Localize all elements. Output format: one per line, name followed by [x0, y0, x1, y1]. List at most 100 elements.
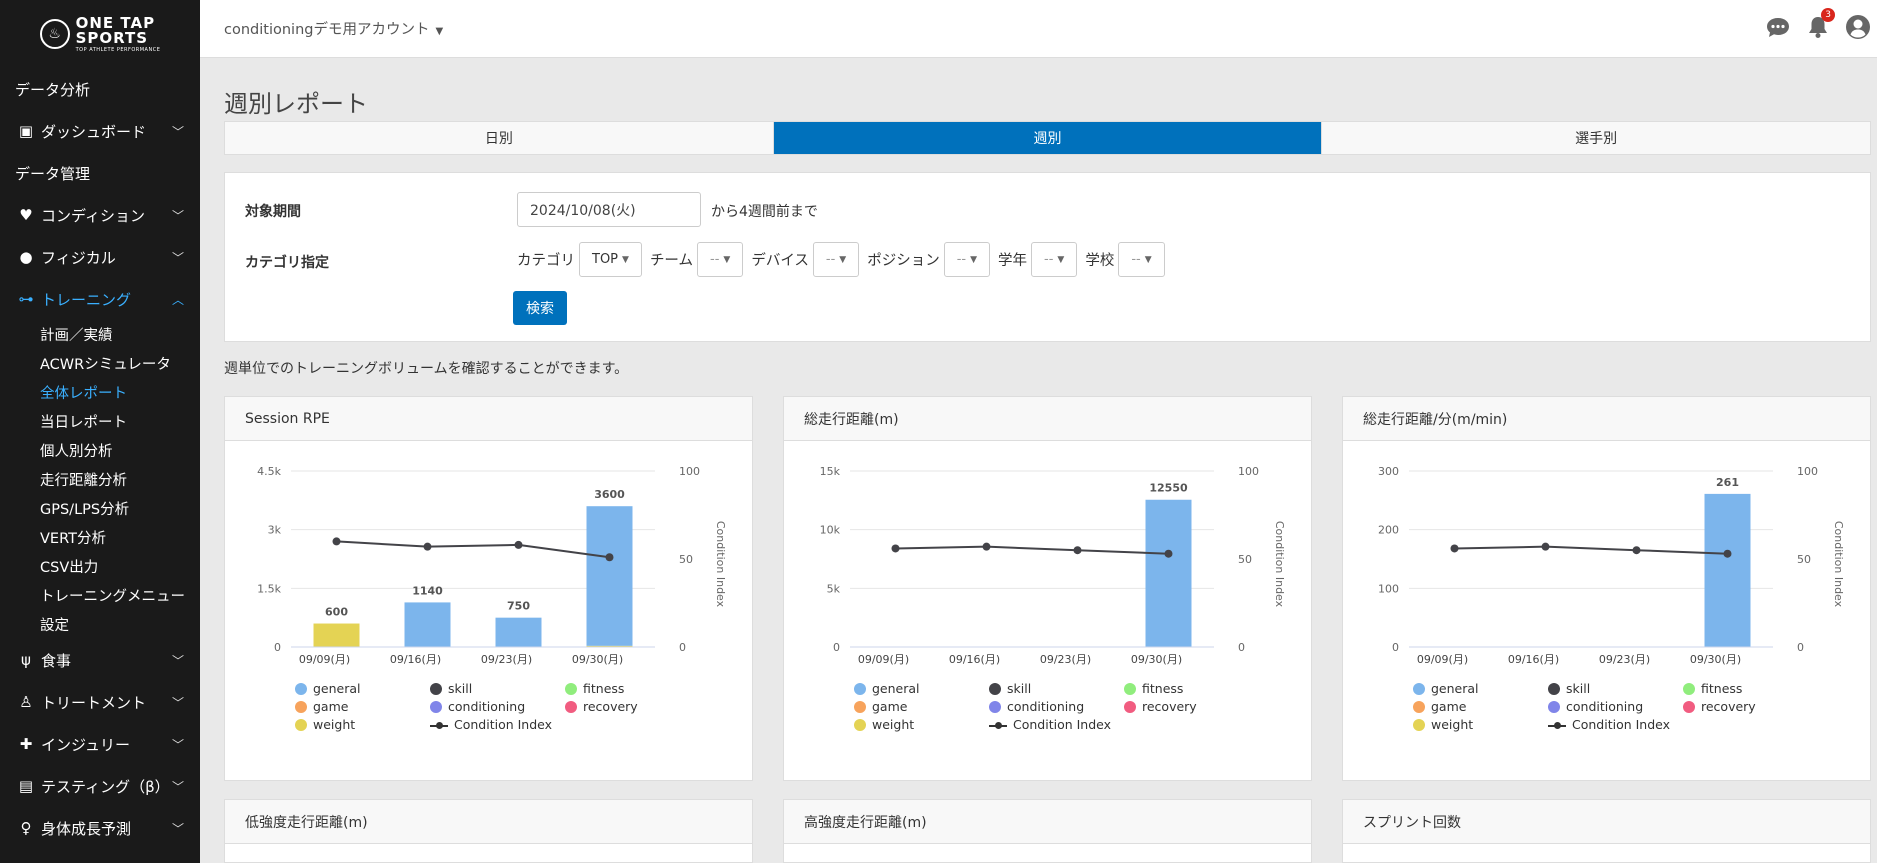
- subnav-item[interactable]: CSV出力: [0, 552, 200, 581]
- y2-tick-label: 0: [1797, 641, 1804, 654]
- legend-item-recovery[interactable]: recovery: [565, 699, 655, 714]
- legend-label: fitness: [1701, 681, 1743, 696]
- sidebar-item-bottom-1[interactable]: ♙ トリートメント ﹀: [0, 681, 200, 723]
- data-label: 600: [325, 606, 348, 619]
- subnav-item[interactable]: 当日レポート: [0, 407, 200, 436]
- user-avatar-icon[interactable]: [1845, 14, 1871, 40]
- y2-tick-label: 100: [1797, 465, 1818, 478]
- subnav-item[interactable]: 設定: [0, 610, 200, 639]
- legend-item-condition_index[interactable]: Condition Index: [1548, 717, 1683, 732]
- line-marker-icon: [1548, 719, 1566, 731]
- subnav-item[interactable]: 全体レポート: [0, 378, 200, 407]
- sidebar-item-bottom-3[interactable]: ▤ テスティング（β） ﹀: [0, 765, 200, 807]
- y2-axis-label: Condition Index: [1273, 521, 1286, 608]
- legend-item-game[interactable]: game: [854, 699, 989, 714]
- legend-item-condition_index[interactable]: Condition Index: [989, 717, 1124, 732]
- legend-item-general[interactable]: general: [1413, 681, 1548, 696]
- legend-label: skill: [1566, 681, 1591, 696]
- legend-item-condition_index[interactable]: Condition Index: [430, 717, 565, 732]
- legend-item-game[interactable]: game: [295, 699, 430, 714]
- y2-tick-label: 0: [679, 641, 686, 654]
- legend-item-general[interactable]: general: [295, 681, 430, 696]
- chat-icon[interactable]: [1765, 14, 1791, 40]
- legend-dot-icon: [1413, 700, 1425, 713]
- subnav-item[interactable]: GPS/LPS分析: [0, 494, 200, 523]
- tab-1[interactable]: 週別: [773, 122, 1323, 154]
- y-tick-label: 0: [833, 641, 840, 654]
- sidebar-item-top-3[interactable]: ♥ コンディション ﹀: [0, 194, 200, 236]
- x-tick-label: 09/09(月): [1417, 653, 1468, 666]
- line-marker-icon: [430, 719, 448, 731]
- legend-item-recovery[interactable]: recovery: [1683, 699, 1773, 714]
- legend-item-fitness[interactable]: fitness: [1124, 681, 1214, 696]
- legend-label: conditioning: [448, 699, 526, 714]
- subnav-item[interactable]: VERT分析: [0, 523, 200, 552]
- heartbeat-icon: ♥: [19, 206, 33, 224]
- legend-item-skill[interactable]: skill: [989, 681, 1124, 696]
- caret-down-icon: ▼: [970, 254, 978, 265]
- legend-item-game[interactable]: game: [1413, 699, 1548, 714]
- x-tick-label: 09/30(月): [572, 653, 623, 666]
- sidebar-item-label: データ分析: [15, 80, 91, 99]
- legend-item-general[interactable]: general: [854, 681, 989, 696]
- legend-item-conditioning[interactable]: conditioning: [430, 699, 565, 714]
- x-tick-label: 09/09(月): [299, 653, 350, 666]
- legend-item-fitness[interactable]: fitness: [565, 681, 655, 696]
- sidebar-item-top-0[interactable]: データ分析: [0, 68, 200, 110]
- subnav-item[interactable]: ACWRシミュレータ: [0, 349, 200, 378]
- category-label: カテゴリ指定: [245, 255, 329, 271]
- legend-item-weight[interactable]: weight: [1413, 717, 1548, 732]
- filter-dropdown[interactable]: TOP ▼: [579, 242, 642, 277]
- sidebar-item-top-4[interactable]: ● フィジカル ﹀: [0, 236, 200, 278]
- filter-dropdown[interactable]: -- ▼: [697, 242, 744, 277]
- legend-item-skill[interactable]: skill: [1548, 681, 1683, 696]
- filter-dropdown[interactable]: -- ▼: [1118, 242, 1165, 277]
- chart-title: 総走行距離(m): [784, 397, 1311, 441]
- legend-dot-icon: [1124, 682, 1136, 695]
- subnav-item[interactable]: トレーニングメニュー: [0, 581, 200, 610]
- filter-dropdown[interactable]: -- ▼: [1031, 242, 1078, 277]
- y2-axis-label: Condition Index: [714, 521, 727, 608]
- sidebar-item-top-2[interactable]: データ管理: [0, 152, 200, 194]
- subnav-item[interactable]: 走行距離分析: [0, 465, 200, 494]
- bell-icon[interactable]: 3: [1805, 8, 1835, 40]
- legend-item-skill[interactable]: skill: [430, 681, 565, 696]
- category-filters: カテゴリ TOP ▼ チーム -- ▼ デバイス -- ▼ ポジション -- ▼ 学年 -- ▼ 学校 -- ▼: [517, 242, 1165, 277]
- filter-dropdown[interactable]: -- ▼: [943, 242, 991, 277]
- tab-2[interactable]: 選手別: [1322, 122, 1870, 154]
- flame-logo-icon: ♨: [39, 19, 70, 49]
- y2-tick-label: 100: [679, 465, 700, 478]
- legend-dot-icon: [1413, 682, 1425, 695]
- date-input[interactable]: 2024/10/08(火): [517, 192, 701, 227]
- legend-label: fitness: [1142, 681, 1184, 696]
- subnav-item[interactable]: 個人別分析: [0, 436, 200, 465]
- legend-dot-icon: [295, 718, 307, 731]
- legend-dot-icon: [989, 682, 1001, 695]
- condition-index-point: [1450, 544, 1459, 553]
- x-tick-label: 09/16(月): [1508, 653, 1559, 666]
- sidebar-item-label: トレーニング: [41, 290, 132, 309]
- legend-item-recovery[interactable]: recovery: [1124, 699, 1214, 714]
- condition-index-point: [982, 542, 991, 551]
- filter-value: --: [710, 252, 720, 267]
- legend-item-weight[interactable]: weight: [854, 717, 989, 732]
- sidebar-item-bottom-4[interactable]: ♀ 身体成長予測 ﹀: [0, 807, 200, 849]
- legend-item-fitness[interactable]: fitness: [1683, 681, 1773, 696]
- search-button[interactable]: 検索: [513, 291, 567, 325]
- sidebar-item-top-5[interactable]: ⊶ トレーニング ︿: [0, 278, 200, 320]
- x-tick-label: 09/23(月): [481, 653, 532, 666]
- tab-0[interactable]: 日別: [225, 122, 774, 154]
- filter-dropdown[interactable]: -- ▼: [812, 242, 860, 277]
- sidebar-item-top-1[interactable]: ▣ ダッシュボード ﹀: [0, 110, 200, 152]
- legend-item-conditioning[interactable]: conditioning: [989, 699, 1124, 714]
- chart-title: 総走行距離/分(m/min): [1343, 397, 1870, 441]
- legend-item-conditioning[interactable]: conditioning: [1548, 699, 1683, 714]
- legend-item-weight[interactable]: weight: [295, 717, 430, 732]
- account-switcher[interactable]: conditioningデモ用アカウント ▼: [224, 18, 443, 39]
- chart-title: 高強度走行距離(m): [784, 800, 1311, 844]
- sidebar-item-bottom-0[interactable]: ψ 食事 ﹀: [0, 639, 200, 681]
- subnav-item[interactable]: 計画／実績: [0, 320, 200, 349]
- brand-logo[interactable]: ♨ ONE TAP SPORTS TOP ATHLETE PERFORMANCE: [0, 0, 200, 68]
- legend-dot-icon: [854, 718, 866, 731]
- sidebar-item-bottom-2[interactable]: ✚ インジュリー ﹀: [0, 723, 200, 765]
